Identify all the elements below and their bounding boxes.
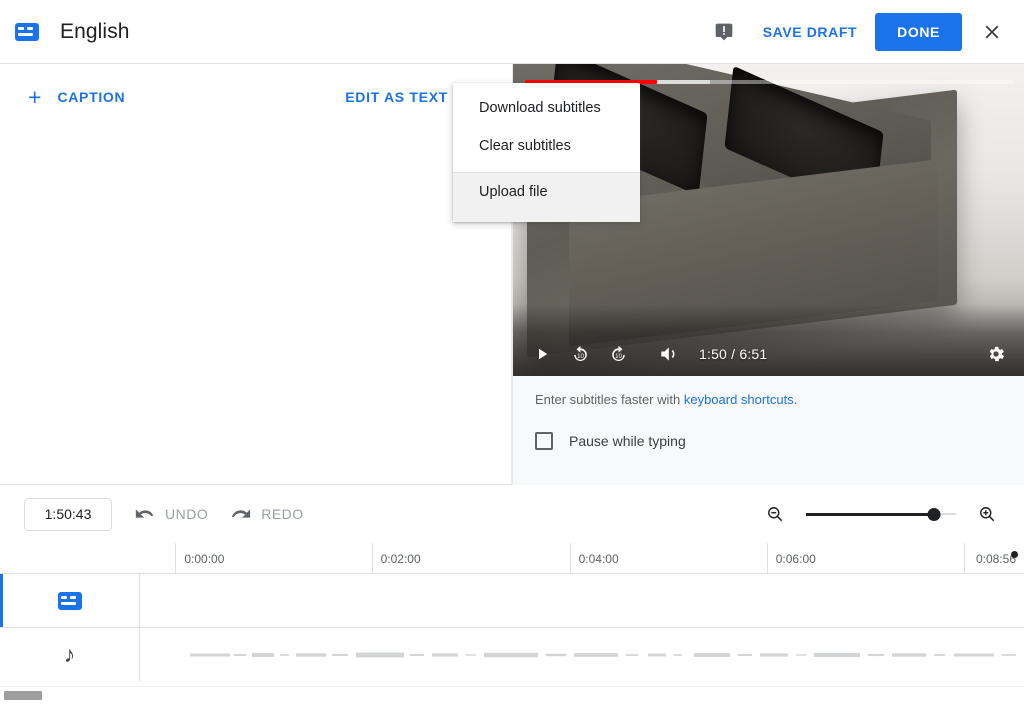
app-header: English SAVE DRAFT DONE	[0, 0, 1024, 64]
menu-hover-tail	[453, 211, 640, 222]
ruler-tick: 0:06:00	[766, 543, 816, 573]
edit-as-text-menu: Download subtitles Clear subtitles Uploa…	[453, 83, 640, 222]
ruler-tick: 0:02:00	[371, 543, 421, 573]
svg-text:10: 10	[615, 353, 622, 360]
audio-waveform	[190, 652, 1016, 657]
add-caption-label: CAPTION	[57, 89, 126, 105]
ruler-tick: 0:00:00	[175, 543, 224, 573]
timecode-input[interactable]: 1:50:43	[24, 497, 112, 531]
menu-item-download-subtitles[interactable]: Download subtitles	[453, 89, 640, 127]
ruler-ticks: 0:00:00 0:02:00 0:04:00 0:06:00 0:08:56	[140, 543, 1024, 573]
video-time-display: 1:50 / 6:51	[699, 346, 768, 362]
timeline-zoom-group	[762, 501, 1000, 527]
zoom-slider-knob[interactable]	[927, 507, 940, 521]
caption-list-panel[interactable]	[0, 130, 512, 485]
feedback-icon[interactable]	[709, 17, 739, 47]
settings-gear-icon[interactable]	[977, 335, 1015, 373]
keyboard-shortcuts-link[interactable]: keyboard shortcuts	[684, 392, 794, 407]
subtitle-track-header[interactable]	[0, 574, 140, 627]
music-note-icon: ♪	[63, 641, 76, 667]
redo-button[interactable]: REDO	[230, 503, 303, 525]
done-button[interactable]: DONE	[875, 12, 962, 51]
playhead-end-dot[interactable]	[1011, 551, 1018, 558]
audio-track-header[interactable]: ♪	[0, 628, 140, 681]
hint-suffix: .	[793, 392, 798, 407]
redo-label: REDO	[261, 506, 304, 522]
timeline-ruler[interactable]: 0:00:00 0:02:00 0:04:00 0:06:00 0:08:56	[0, 543, 1024, 573]
forward-10-icon[interactable]: 10	[599, 335, 637, 373]
undo-label: UNDO	[165, 506, 209, 522]
save-draft-button[interactable]: SAVE DRAFT	[753, 16, 867, 48]
replay-10-icon[interactable]: 10	[561, 335, 599, 373]
timeline-zoom-slider[interactable]	[806, 504, 956, 524]
closed-caption-icon	[57, 591, 82, 610]
player-controls-row: 10 10 1:50 / 6:51	[513, 332, 1024, 376]
plus-icon: +	[28, 83, 42, 110]
undo-icon	[135, 509, 154, 518]
zoom-slider-fill	[806, 512, 934, 516]
track-row[interactable]	[0, 573, 1024, 627]
ruler-gutter	[0, 543, 140, 573]
pause-while-typing-row: Pause while typing	[513, 432, 1024, 450]
svg-text:10: 10	[577, 353, 584, 360]
horizontal-scrollbar-thumb[interactable]	[4, 691, 42, 700]
close-icon[interactable]	[974, 14, 1010, 50]
ruler-tick: 0:08:56	[963, 543, 1024, 573]
page-title: English	[60, 19, 130, 43]
pause-while-typing-checkbox[interactable]	[535, 432, 553, 450]
zoom-out-icon[interactable]	[762, 501, 788, 527]
edit-as-text-button[interactable]: EDIT AS TEXT	[345, 89, 448, 105]
ruler-tick: 0:04:00	[569, 543, 619, 573]
track-row[interactable]: ♪	[0, 627, 1024, 681]
volume-icon[interactable]	[649, 335, 687, 373]
redo-icon	[232, 509, 251, 518]
horizontal-scrollbar[interactable]	[0, 686, 1024, 704]
menu-item-upload-file[interactable]: Upload file	[453, 173, 640, 211]
undo-button[interactable]: UNDO	[134, 503, 208, 525]
add-caption-button[interactable]: + CAPTION	[28, 83, 126, 110]
undo-redo-group: UNDO REDO	[134, 503, 326, 525]
play-icon[interactable]	[523, 335, 561, 373]
pause-while-typing-label: Pause while typing	[569, 433, 686, 449]
subtitle-track-body[interactable]	[140, 574, 1024, 627]
keyboard-shortcuts-hint: Enter subtitles faster with keyboard sho…	[513, 392, 1024, 407]
closed-caption-icon	[14, 19, 40, 45]
timeline-toolbar: 1:50:43 UNDO REDO	[0, 485, 1024, 543]
timeline-tracks: ♪	[0, 573, 1024, 682]
menu-item-clear-subtitles[interactable]: Clear subtitles	[453, 127, 640, 165]
zoom-in-icon[interactable]	[974, 501, 1000, 527]
audio-track-body[interactable]	[140, 628, 1024, 681]
caption-subtoolbar: + CAPTION EDIT AS TEXT	[0, 64, 512, 130]
subtitle-editor-app: English SAVE DRAFT DONE + CAPTION EDIT A…	[0, 0, 1024, 704]
hint-prefix: Enter subtitles faster with	[535, 392, 684, 407]
